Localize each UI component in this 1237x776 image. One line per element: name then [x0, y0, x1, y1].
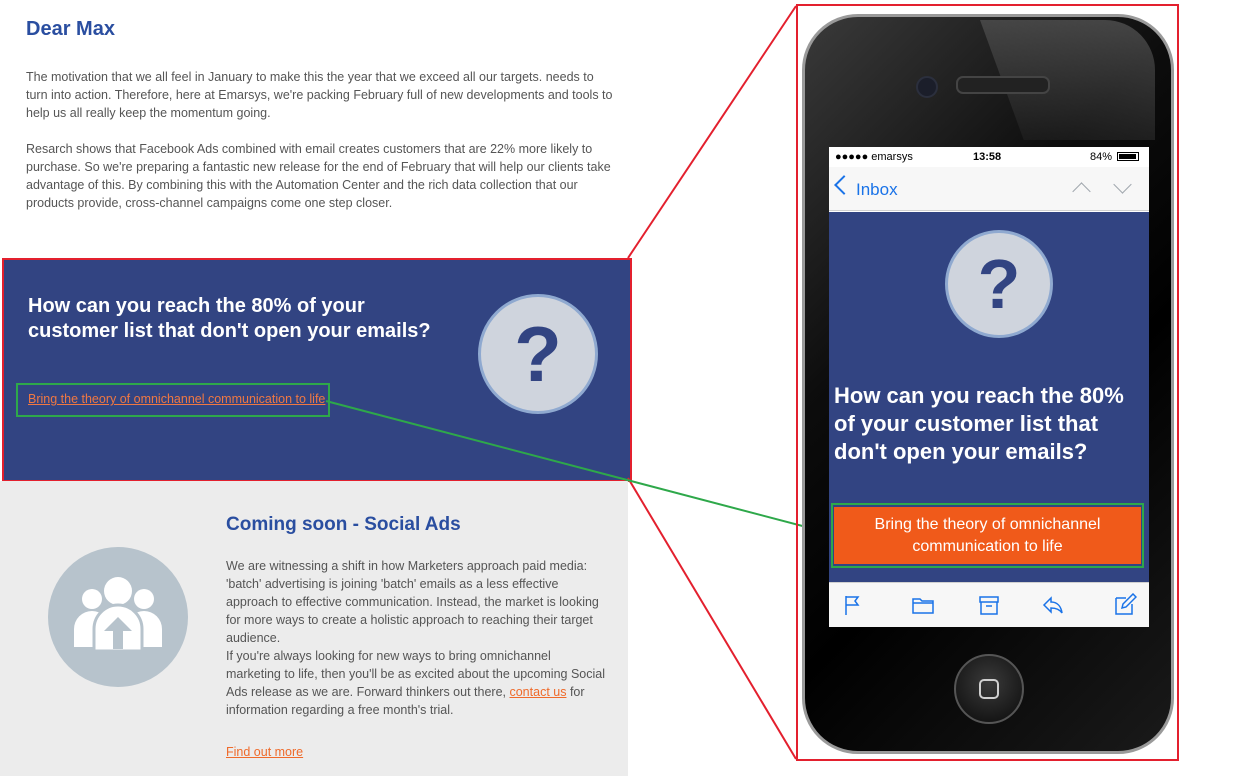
speaker-grille — [956, 76, 1050, 94]
inbox-back-button[interactable]: Inbox — [856, 180, 898, 200]
social-ads-title: Coming soon - Social Ads — [226, 514, 461, 535]
social-group-upload-icon — [48, 547, 188, 687]
archive-icon[interactable] — [977, 593, 1001, 617]
hero-title: How can you reach the 80% of your custom… — [28, 295, 431, 342]
email-greeting: Dear Max — [26, 18, 115, 40]
mail-nav-bar: Inbox — [829, 167, 1149, 211]
compose-icon[interactable] — [1113, 593, 1137, 617]
carrier-label: ●●●●● emarsys — [835, 151, 913, 163]
red-connector-bottom — [627, 477, 797, 760]
contact-us-link[interactable]: contact us — [509, 685, 566, 699]
status-time: 13:58 — [973, 151, 1002, 163]
phone-screen: ●●●●● emarsys 13:58 84% Inbox ? How can … — [829, 147, 1149, 627]
home-square-icon — [979, 679, 999, 699]
battery-percent: 84% — [1090, 151, 1113, 163]
find-out-more-link[interactable]: Find out more — [226, 745, 303, 759]
omnichannel-link[interactable]: Bring the theory of omnichannel communic… — [28, 392, 325, 406]
battery-icon — [1117, 152, 1139, 161]
mobile-hero-title: How can you reach the 80% of your custom… — [834, 383, 1124, 464]
omnichannel-cta-button[interactable]: Bring the theory of omnichannel communic… — [834, 507, 1141, 564]
mail-toolbar — [829, 582, 1149, 627]
red-connector-top — [627, 5, 797, 259]
flag-icon[interactable] — [841, 593, 865, 617]
intro-paragraph: The motivation that we all feel in Janua… — [26, 70, 613, 120]
status-bar: ●●●●● emarsys 13:58 84% — [829, 147, 1149, 167]
question-mark-icon: ? — [478, 294, 598, 414]
folder-icon[interactable] — [911, 593, 935, 617]
mobile-mail-body: ? How can you reach the 80% of your cust… — [829, 212, 1149, 582]
next-message-icon[interactable] — [1113, 175, 1132, 194]
back-chevron-icon[interactable] — [834, 175, 854, 195]
reply-icon[interactable] — [1041, 593, 1065, 617]
social-ads-text: We are witnessing a shift in how Markete… — [226, 557, 606, 719]
hero-section: How can you reach the 80% of your custom… — [2, 258, 632, 482]
research-paragraph: Resarch shows that Facebook Ads combined… — [26, 142, 611, 210]
social-ads-section: Coming soon - Social Ads We are witnessi… — [0, 481, 628, 776]
link-highlight-box: Bring the theory of omnichannel communic… — [16, 383, 330, 417]
social-text-part1: We are witnessing a shift in how Markete… — [226, 559, 599, 645]
previous-message-icon[interactable] — [1072, 182, 1091, 201]
question-mark-icon: ? — [945, 230, 1053, 338]
camera-icon — [916, 76, 938, 98]
